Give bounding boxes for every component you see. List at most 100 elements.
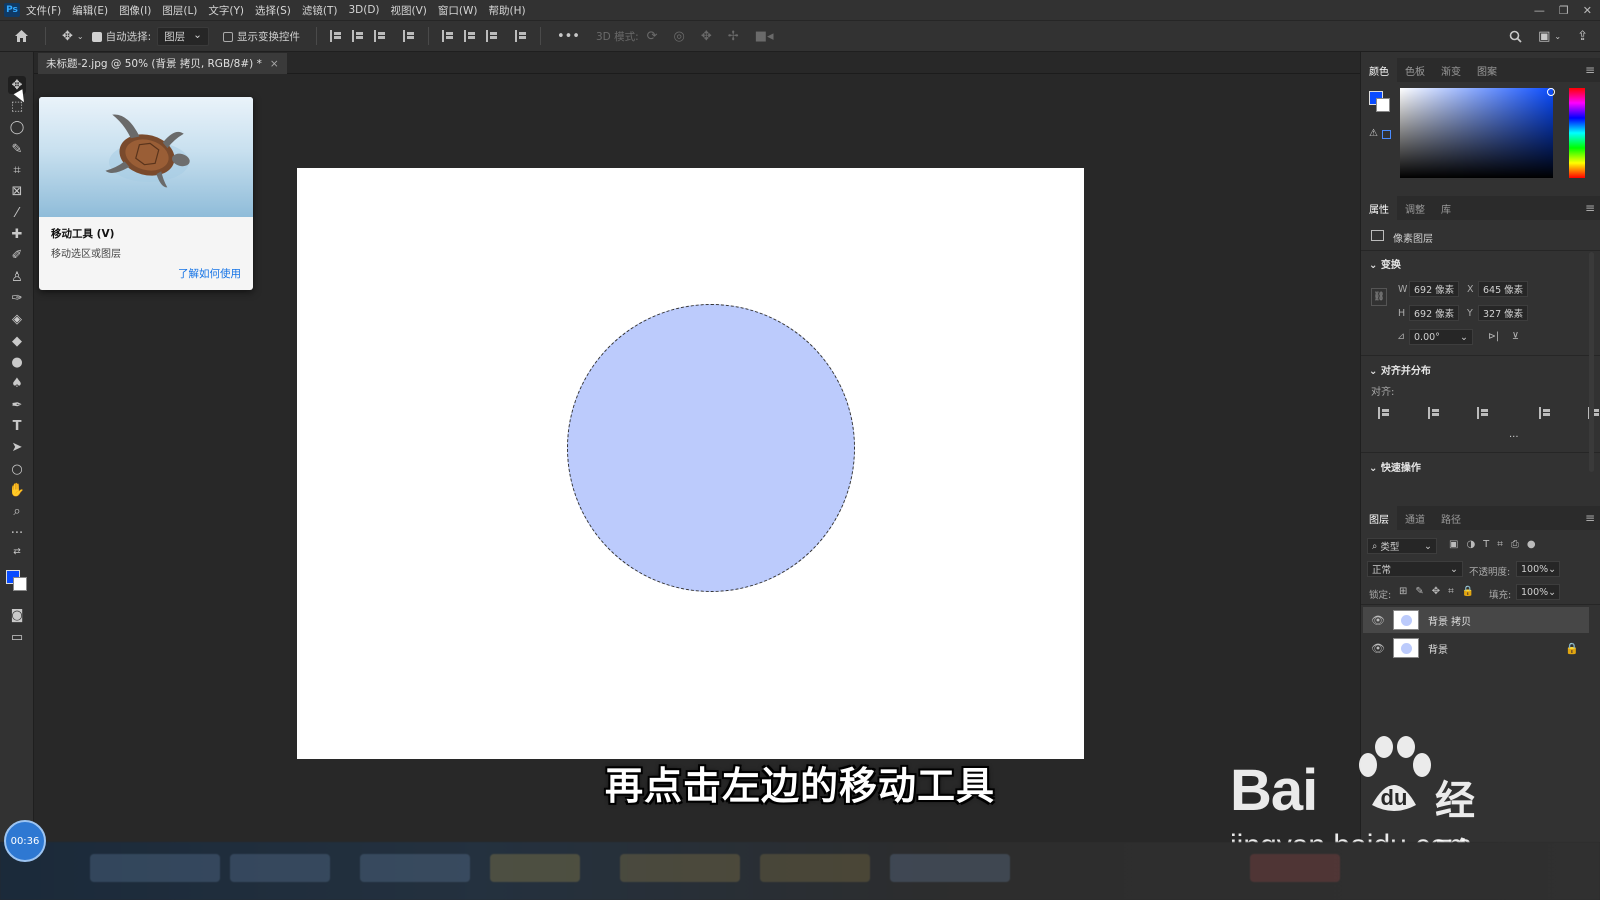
minimize-button[interactable]: — (1534, 4, 1545, 17)
tab-gradients[interactable]: 渐变 (1433, 58, 1469, 82)
dodge-tool-icon[interactable]: ♠ (8, 374, 26, 392)
menu-edit[interactable]: 编辑(E) (72, 3, 108, 18)
history-brush-tool-icon[interactable]: ✑ (8, 289, 26, 307)
menu-select[interactable]: 选择(S) (255, 3, 291, 18)
menu-3d[interactable]: 3D(D) (348, 4, 379, 16)
transform-section-toggle[interactable]: ⌄ 变换 (1369, 256, 1401, 271)
tab-paths[interactable]: 路径 (1433, 506, 1469, 530)
align-center-h-icon[interactable] (351, 30, 364, 42)
eyedropper-tool-icon[interactable]: ⁄ (8, 204, 26, 222)
opacity-field[interactable]: 100% ⌄ (1516, 561, 1560, 577)
lock-icons[interactable]: ⊞✎✥⌗🔒 (1399, 586, 1482, 597)
width-field[interactable]: 692 像素 (1409, 281, 1459, 297)
visibility-eye-icon[interactable]: 👁 (1371, 642, 1385, 655)
color-panel-menu-icon[interactable]: ≡ (1585, 63, 1595, 77)
menu-filter[interactable]: 滤镜(T) (302, 3, 338, 18)
fill-field[interactable]: 100% ⌄ (1516, 584, 1560, 600)
layer-filter-icons[interactable]: ▣◑T⌗⎙● (1449, 539, 1544, 550)
workspace-icon[interactable]: ▣ ⌄ (1538, 29, 1561, 44)
ellipse-tool-icon[interactable]: ○ (8, 460, 26, 478)
zoom-tool-icon[interactable]: ⌕ (8, 502, 26, 520)
properties-menu-icon[interactable]: ≡ (1585, 201, 1595, 215)
auto-select-checkbox[interactable]: 自动选择: (91, 29, 151, 44)
align-top-icon[interactable] (441, 30, 454, 42)
layer-row-background[interactable]: 👁 背景 🔒 (1363, 635, 1589, 661)
document-canvas[interactable] (297, 168, 1084, 759)
layer-row-background-copy[interactable]: 👁 背景 拷贝 (1363, 607, 1589, 633)
menu-window[interactable]: 窗口(W) (438, 3, 478, 18)
menu-file[interactable]: 文件(F) (26, 3, 61, 18)
circle-selection[interactable] (567, 304, 855, 592)
document-tab[interactable]: 未标题-2.jpg @ 50% (背景 拷贝, RGB/8#) * × (38, 53, 287, 74)
y-field[interactable]: 327 像素 (1478, 305, 1528, 321)
menu-type[interactable]: 文字(Y) (208, 3, 244, 18)
x-field[interactable]: 645 像素 (1478, 281, 1528, 297)
tab-patterns[interactable]: 图案 (1469, 58, 1505, 82)
swap-colors-icon[interactable]: ⇄ (8, 543, 26, 561)
blend-mode-dropdown[interactable]: 正常 ⌄ (1367, 561, 1463, 577)
angle-field[interactable]: 0.00° ⌄ (1409, 329, 1473, 345)
close-window-button[interactable]: ✕ (1583, 4, 1592, 17)
tab-adjustments[interactable]: 调整 (1397, 196, 1433, 220)
background-color-swatch[interactable] (13, 577, 27, 591)
align-bottom-icon[interactable] (485, 30, 498, 42)
flip-horizontal-icon[interactable]: ⊳| (1488, 331, 1499, 342)
height-field[interactable]: 692 像素 (1409, 305, 1459, 321)
menu-layer[interactable]: 图层(L) (162, 3, 197, 18)
color-field[interactable] (1400, 88, 1553, 178)
close-tab-icon[interactable]: × (270, 58, 279, 70)
menu-help[interactable]: 帮助(H) (489, 3, 526, 18)
path-select-tool-icon[interactable]: ➤ (8, 438, 26, 456)
flip-vertical-icon[interactable]: ⊻ (1512, 331, 1519, 342)
hue-slider[interactable] (1569, 88, 1585, 178)
edit-toolbar-icon[interactable]: ··· (8, 524, 26, 542)
properties-scrollbar[interactable] (1589, 252, 1594, 472)
prop-align-left-icon[interactable] (1378, 407, 1390, 419)
prop-align-center-icon[interactable] (1427, 407, 1440, 419)
learn-how-link[interactable]: 了解如何使用 (178, 266, 241, 281)
blur-tool-icon[interactable]: ● (8, 353, 26, 371)
type-tool-icon[interactable]: T (8, 417, 26, 435)
more-options-icon[interactable]: ••• (557, 29, 580, 44)
show-transform-checkbox[interactable]: 显示变换控件 (222, 29, 300, 44)
clone-stamp-tool-icon[interactable]: ♙ (8, 268, 26, 286)
distribute-v-icon[interactable] (514, 30, 527, 42)
align-right-icon[interactable] (373, 30, 386, 42)
lasso-tool-icon[interactable]: ◯ (8, 118, 26, 136)
home-icon[interactable] (14, 29, 29, 43)
tab-properties[interactable]: 属性 (1361, 196, 1397, 220)
pen-tool-icon[interactable]: ✒ (8, 396, 26, 414)
healing-brush-tool-icon[interactable]: ✚ (8, 225, 26, 243)
prop-align-right-icon[interactable] (1477, 407, 1489, 419)
brush-tool-icon[interactable]: ✐ (8, 246, 26, 264)
align-middle-v-icon[interactable] (463, 30, 476, 42)
tab-color[interactable]: 颜色 (1361, 58, 1397, 82)
tab-channels[interactable]: 通道 (1397, 506, 1433, 530)
auto-select-dropdown[interactable]: 图层 ⌄ (157, 26, 209, 46)
quick-actions-toggle[interactable]: ⌄ 快速操作 (1369, 459, 1421, 474)
layer-filter-dropdown[interactable]: ⌕ 类型 ⌄ (1367, 538, 1437, 554)
align-section-toggle[interactable]: ⌄ 对齐并分布 (1369, 362, 1431, 377)
quick-mask-icon[interactable]: ◙ (8, 606, 26, 624)
share-icon[interactable]: ⇪ (1577, 29, 1588, 44)
menu-image[interactable]: 图像(I) (119, 3, 151, 18)
crop-tool-icon[interactable]: ⌗ (8, 161, 26, 179)
paint-bucket-tool-icon[interactable]: ◆ (8, 332, 26, 350)
visibility-eye-icon[interactable]: 👁 (1371, 614, 1385, 627)
link-dimensions-icon[interactable]: ⛓ (1371, 288, 1387, 306)
screen-mode-icon[interactable]: ▭ (8, 628, 26, 646)
search-icon[interactable] (1509, 30, 1522, 43)
restore-button[interactable]: ❐ (1559, 4, 1569, 17)
align-left-icon[interactable] (329, 30, 342, 42)
hand-tool-icon[interactable]: ✋ (8, 481, 26, 499)
move-tool-preset-icon[interactable]: ✥ ⌄ (62, 29, 84, 44)
menu-view[interactable]: 视图(V) (391, 3, 427, 18)
tab-swatches[interactable]: 色板 (1397, 58, 1433, 82)
eraser-tool-icon[interactable]: ◈ (8, 310, 26, 328)
distribute-h-icon[interactable] (402, 30, 415, 42)
tab-layers[interactable]: 图层 (1361, 506, 1397, 530)
quick-select-tool-icon[interactable]: ✎ (8, 140, 26, 158)
panel-background-swatch[interactable] (1376, 98, 1390, 112)
layers-menu-icon[interactable]: ≡ (1585, 511, 1595, 525)
frame-tool-icon[interactable]: ⊠ (8, 182, 26, 200)
